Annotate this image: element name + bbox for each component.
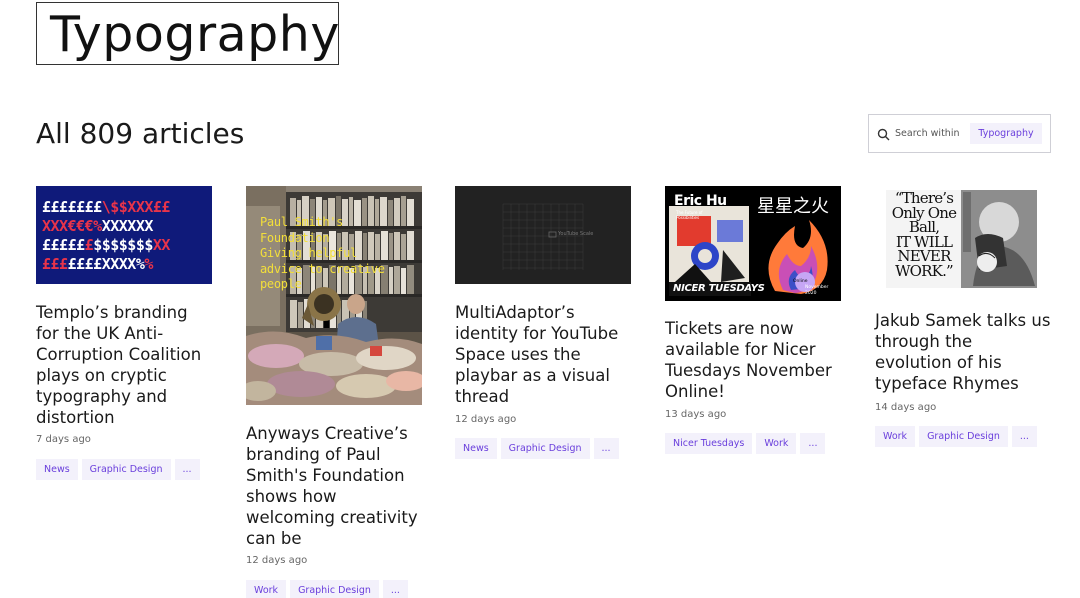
- thumb-overlay-text: Paul Smith's Foundation Giving helpful a…: [260, 215, 385, 293]
- quote-line: WORK.”: [895, 261, 954, 280]
- thumb-line: ££££££$$$$$$$XX: [42, 236, 206, 255]
- grid-graphic: [455, 186, 631, 284]
- article-thumbnail[interactable]: YouTube Scale: [455, 186, 631, 284]
- thumb-line-white: ££££XXXX%: [67, 255, 145, 273]
- poster-date: November 2020: [805, 285, 829, 296]
- tag[interactable]: Work: [875, 426, 916, 447]
- page-title-box: Typography: [36, 2, 339, 65]
- thumb-line-white: £££££££: [42, 198, 102, 216]
- article-title[interactable]: Jakub Samek talks us through the evoluti…: [875, 310, 1053, 394]
- page-title: Typography: [50, 6, 340, 63]
- poster-sub: The Future of Possibilities: [676, 210, 703, 220]
- article-date: 12 days ago: [455, 414, 517, 425]
- tag-list: Work Graphic Design ...: [875, 426, 1037, 447]
- article-title[interactable]: Anyways Creative’s branding of Paul Smit…: [246, 423, 424, 549]
- overlay-line: Foundation: [260, 230, 330, 245]
- tag[interactable]: Graphic Design: [919, 426, 1008, 447]
- article-count: All 809 articles: [36, 117, 245, 150]
- tag-list: News Graphic Design ...: [455, 438, 619, 459]
- tag[interactable]: News: [455, 438, 497, 459]
- thumb-line-white: £££££: [42, 236, 85, 254]
- quote-text: “There’s Only One Ball, IT WILL NEVER WO…: [889, 191, 959, 278]
- overlay-line: advice to creative: [260, 261, 385, 276]
- article-thumbnail[interactable]: “There’s Only One Ball, IT WILL NEVER WO…: [875, 186, 1051, 288]
- thumb-line-red: XXX€€€%: [42, 217, 102, 235]
- search-label: Search within: [895, 128, 960, 139]
- poster-name: Eric Hu: [674, 193, 727, 209]
- article-date: 7 days ago: [36, 434, 91, 445]
- tag-more[interactable]: ...: [174, 459, 200, 480]
- search-scope-chip[interactable]: Typography: [970, 123, 1042, 144]
- overlay-line: people: [260, 277, 302, 291]
- tag-list: Work Graphic Design ...: [246, 580, 408, 598]
- article-thumbnail[interactable]: Paul Smith's Foundation Giving helpful a…: [246, 186, 422, 405]
- tag-list: Nicer Tuesdays Work ...: [665, 433, 826, 454]
- tag[interactable]: Graphic Design: [81, 459, 171, 480]
- thumb-line-white: XXXXXX: [101, 217, 154, 235]
- tag[interactable]: Work: [756, 433, 797, 454]
- thumb-line-red: \$$XXX££: [101, 198, 171, 216]
- poster-banner: NICER TUESDAYS: [673, 283, 765, 294]
- article-title[interactable]: MultiAdaptor’s identity for YouTube Spac…: [455, 302, 633, 407]
- tag[interactable]: News: [36, 459, 78, 480]
- article-date: 13 days ago: [665, 409, 727, 420]
- article-title[interactable]: Tickets are now available for Nicer Tues…: [665, 318, 843, 402]
- thumb-line: XXX€€€%XXXXXX: [42, 217, 206, 236]
- tag-list: News Graphic Design ...: [36, 459, 200, 480]
- thumb-line-white: $$$$$$$: [93, 236, 153, 254]
- poster-cjk: 星星之火: [757, 196, 829, 217]
- thumb-line-red: XX: [152, 236, 171, 254]
- thumb-line-red: %: [144, 255, 153, 273]
- tag-more[interactable]: ...: [1011, 426, 1037, 447]
- article-thumbnail[interactable]: Eric Hu The Future of Possibilities 星星之火…: [665, 186, 841, 301]
- tag-more[interactable]: ...: [593, 438, 619, 459]
- overlay-line: Paul Smith's: [260, 215, 344, 229]
- tag[interactable]: Nicer Tuesdays: [665, 433, 753, 454]
- article-title[interactable]: Templo’s branding for the UK Anti-Corrup…: [36, 302, 214, 428]
- search-box[interactable]: Search within Typography: [868, 114, 1051, 153]
- tag-more[interactable]: ...: [800, 433, 826, 454]
- thumb-label: YouTube Scale: [558, 231, 594, 237]
- tag[interactable]: Graphic Design: [290, 580, 379, 598]
- article-date: 12 days ago: [246, 555, 308, 566]
- article-date: 14 days ago: [875, 402, 937, 413]
- article-thumbnail[interactable]: £££££££\$$XXX££ XXX€€€%XXXXXX ££££££$$$$…: [36, 186, 212, 284]
- tag-more[interactable]: ...: [382, 580, 408, 598]
- overlay-line: Giving helpful: [260, 246, 357, 260]
- thumb-line-red: £: [84, 236, 94, 254]
- search-icon: [877, 128, 890, 141]
- tag[interactable]: Graphic Design: [500, 438, 590, 459]
- thumb-line-red: £££: [42, 255, 68, 273]
- thumb-line: £££££££\$$XXX££: [42, 198, 206, 217]
- tag[interactable]: Work: [246, 580, 287, 598]
- thumb-line: £££££££XXXX%%: [42, 255, 206, 274]
